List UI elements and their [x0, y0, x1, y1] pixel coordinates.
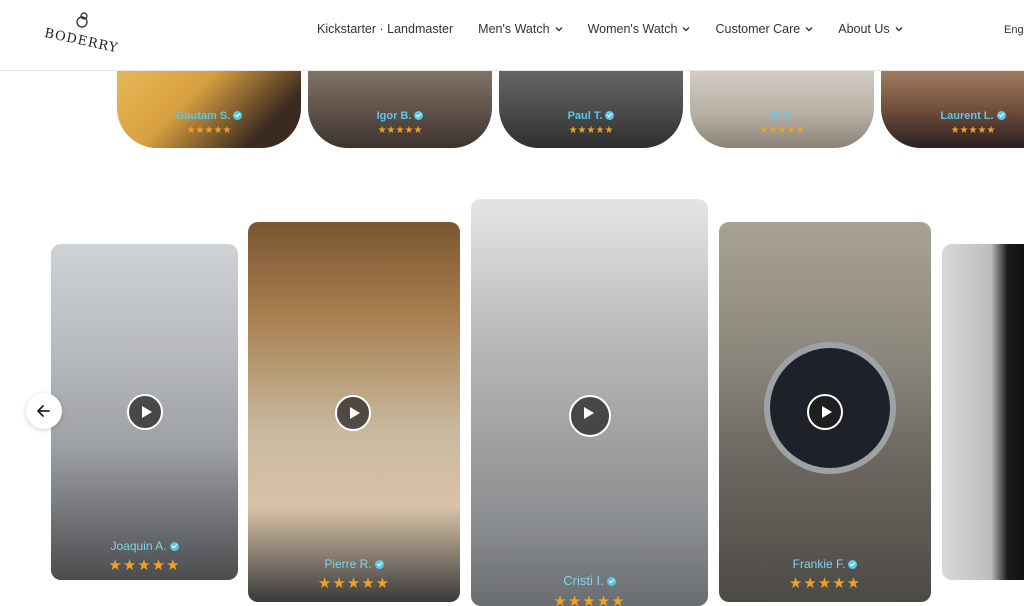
reviewer-name: Paul T.: [499, 110, 683, 122]
nav-item-about-us[interactable]: About Us: [838, 22, 903, 36]
rating-stars: ★★★★★: [788, 575, 862, 592]
review-card[interactable]: Laurent L. ★★★★★: [881, 70, 1024, 148]
rating-stars: ★★★★★: [568, 125, 614, 136]
carousel-prev-button[interactable]: [26, 393, 62, 429]
verified-icon: [848, 560, 858, 569]
reviewer-name: Gautam S.: [117, 110, 301, 122]
verified-icon: [606, 577, 616, 586]
rating-stars: ★★★★★: [950, 125, 996, 136]
rating-stars: ★★★★★: [186, 125, 232, 136]
nav-item-customer-care[interactable]: Customer Care: [715, 22, 813, 36]
play-button[interactable]: [127, 394, 163, 430]
review-card[interactable]: Gautam S. ★★★★★: [117, 70, 301, 148]
rating-stars: ★★★★★: [317, 575, 391, 592]
reviewer-name: Joaquin A.: [51, 539, 238, 553]
rating-stars: ★★★★★: [108, 557, 181, 574]
reviewer-name: Cristi I.: [471, 573, 708, 588]
play-button[interactable]: [807, 394, 843, 430]
verified-icon: [374, 560, 384, 569]
nav-item-kickstarter[interactable]: Kickstarter · Landmaster: [317, 22, 453, 36]
review-card[interactable]: Igor B. ★★★★★: [308, 70, 492, 148]
review-card[interactable]: PI 3. ★★★★★: [690, 70, 874, 148]
nav-label: Kickstarter · Landmaster: [317, 22, 454, 36]
rating-stars: ★★★★★: [759, 125, 805, 136]
chevron-down-icon: [682, 27, 690, 32]
chevron-down-icon: [805, 27, 813, 32]
reviewer-name: PI 3.: [770, 110, 794, 122]
reviewer-name: Pierre R.: [248, 557, 460, 571]
verified-icon: [996, 111, 1006, 120]
logo-text: BODERRY: [42, 26, 120, 57]
arrow-left-icon: [37, 405, 50, 417]
nav-label: Customer Care: [715, 22, 801, 36]
video-review-card[interactable]: Cristi I. ★★★★★: [471, 199, 708, 606]
site-header: BODERRY Kickstarter · Landmaster Men's W…: [0, 0, 1024, 71]
logo-mark-icon: [76, 12, 88, 28]
verified-icon: [414, 111, 424, 120]
reviewer-name: Frankie F.: [719, 557, 931, 571]
brand-logo[interactable]: BODERRY: [43, 12, 119, 56]
review-card[interactable]: Paul T. ★★★★★: [499, 70, 683, 148]
nav-item-womens-watch[interactable]: Women's Watch: [588, 22, 691, 36]
play-button[interactable]: [335, 395, 371, 431]
video-review-card[interactable]: [942, 244, 1024, 580]
verified-icon: [605, 111, 615, 120]
verified-icon: [169, 542, 179, 551]
video-review-card[interactable]: Joaquin A. ★★★★★: [51, 244, 238, 580]
reviewer-name: Laurent L.: [881, 110, 1024, 122]
nav-label: About Us: [838, 22, 890, 36]
nav-label: Women's Watch: [587, 22, 678, 36]
video-review-card[interactable]: Frankie F. ★★★★★: [719, 222, 931, 602]
nav-item-mens-watch[interactable]: Men's Watch: [478, 22, 563, 36]
chevron-down-icon: [895, 27, 903, 32]
rating-stars: ★★★★★: [553, 593, 626, 606]
play-button[interactable]: [569, 395, 611, 437]
chevron-down-icon: [555, 27, 563, 32]
reviewer-name: Igor B.: [308, 110, 492, 122]
language-selector[interactable]: Eng: [1004, 24, 1024, 36]
nav-label: Men's Watch: [478, 22, 550, 36]
main-nav: Kickstarter · Landmaster Men's Watch Wom…: [317, 22, 928, 36]
review-carousel: Gautam S. ★★★★★ Igor B. ★★★★★ Paul T. ★★…: [0, 70, 1024, 150]
rating-stars: ★★★★★: [377, 125, 423, 136]
video-review-card[interactable]: Pierre R. ★★★★★: [248, 222, 460, 602]
verified-icon: [233, 111, 243, 120]
